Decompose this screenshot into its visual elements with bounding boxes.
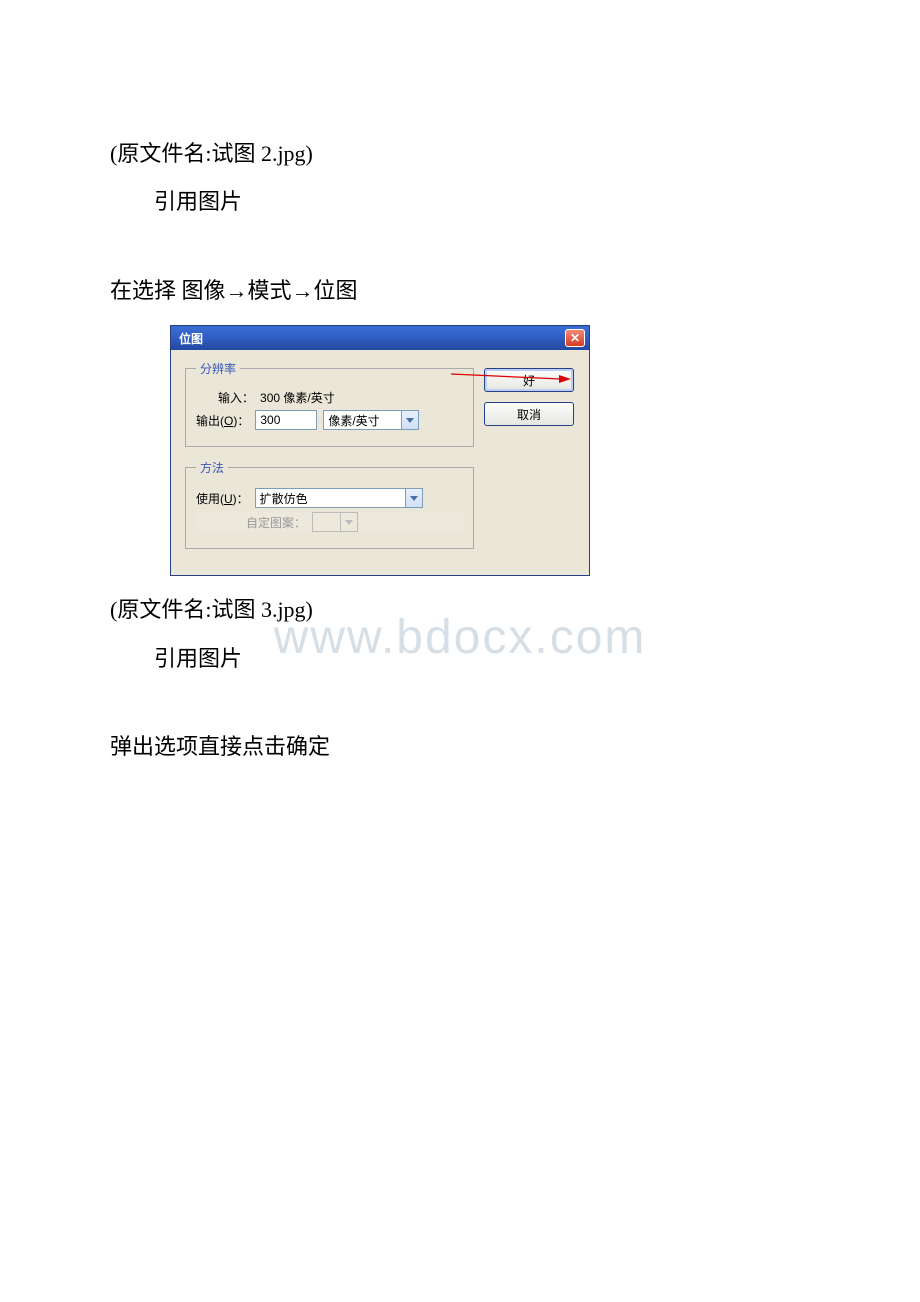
output-unit-field[interactable] <box>323 410 401 430</box>
use-label-suffix: )： <box>233 492 249 506</box>
custom-pattern-combo <box>312 512 358 532</box>
bitmap-dialog: 位图 ✕ 分辨率 输入： 300 像素/英寸 输出(O)： <box>170 325 590 576</box>
output-unit-dropdown-button[interactable] <box>401 410 419 430</box>
dialog-titlebar[interactable]: 位图 ✕ <box>171 326 589 350</box>
use-dropdown-button[interactable] <box>405 488 423 508</box>
text-filename-3: (原文件名:试图 3.jpg) <box>110 586 810 634</box>
custom-pattern-dropdown-button <box>340 512 358 532</box>
use-label-prefix: 使用( <box>196 492 224 506</box>
method-group: 方法 使用(U)： 自定图案： <box>185 459 474 549</box>
resolution-group: 分辨率 输入： 300 像素/英寸 输出(O)： <box>185 360 474 447</box>
text-quote-image-2: 引用图片 <box>110 635 810 683</box>
text-filename-2: (原文件名:试图 2.jpg) <box>110 130 810 178</box>
custom-pattern-field <box>312 512 340 532</box>
output-res-label: 输出(O)： <box>196 412 249 429</box>
close-icon: ✕ <box>570 332 580 344</box>
chevron-down-icon <box>406 418 414 423</box>
text-quote-image-1: 引用图片 <box>110 178 810 226</box>
use-combo[interactable] <box>255 488 423 508</box>
chevron-down-icon <box>410 496 418 501</box>
ok-button[interactable]: 好 <box>484 368 574 392</box>
text-instruction-confirm: 弹出选项直接点击确定 <box>110 723 810 771</box>
output-res-input[interactable] <box>255 410 317 430</box>
output-label-suffix: )： <box>233 414 249 428</box>
use-field[interactable] <box>255 488 405 508</box>
input-res-label: 输入： <box>218 389 254 406</box>
custom-pattern-label: 自定图案： <box>246 514 306 531</box>
input-res-value: 300 像素/英寸 <box>260 389 335 406</box>
dialog-title: 位图 <box>179 330 565 347</box>
chevron-down-icon <box>345 520 353 525</box>
use-label-mnemonic: U <box>224 492 233 506</box>
output-label-mnemonic: O <box>224 414 233 428</box>
close-button[interactable]: ✕ <box>565 329 585 347</box>
text-instruction-mode: 在选择 图像→模式→位图 <box>110 267 810 315</box>
output-unit-combo[interactable] <box>323 410 419 430</box>
use-label: 使用(U)： <box>196 490 249 507</box>
method-legend: 方法 <box>196 459 228 476</box>
cancel-button[interactable]: 取消 <box>484 402 574 426</box>
resolution-legend: 分辨率 <box>196 360 240 377</box>
output-label-prefix: 输出( <box>196 414 224 428</box>
